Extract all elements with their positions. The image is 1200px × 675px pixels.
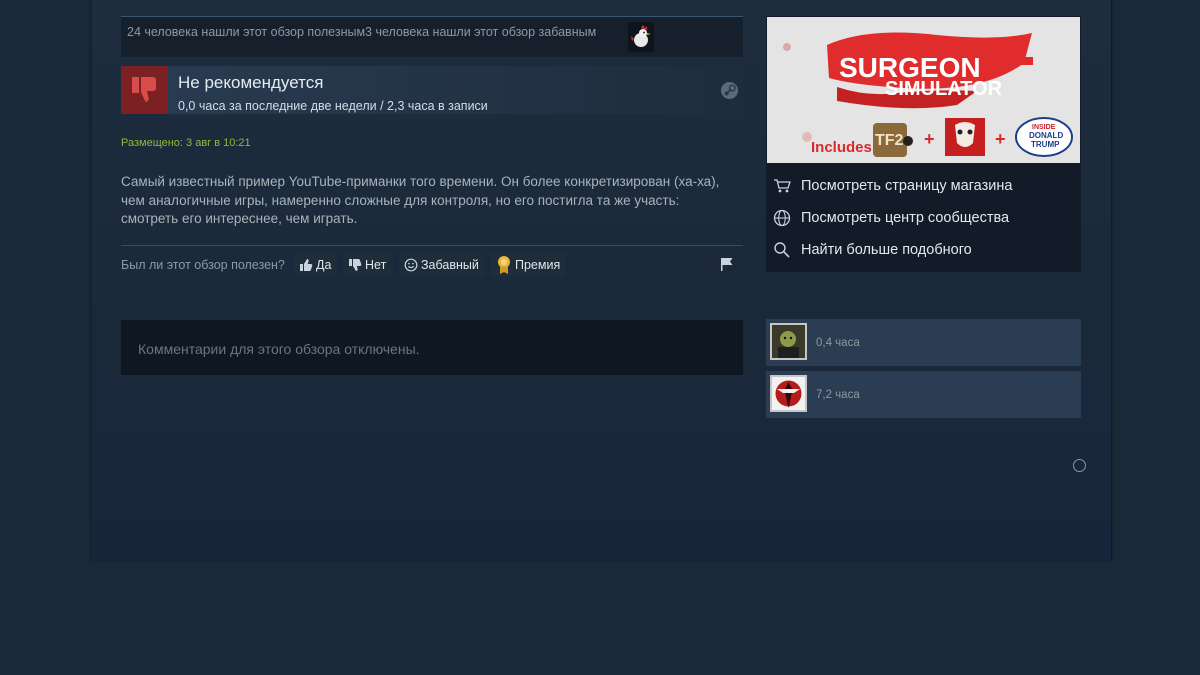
player-hours: 7,2 часа [816, 389, 860, 401]
thumbs-down-icon [121, 66, 168, 114]
divider [121, 245, 743, 246]
banner-tf2: TF2 [875, 132, 904, 149]
report-flag-button[interactable] [710, 253, 743, 275]
steam-icon [720, 81, 739, 105]
player-hours: 0,4 часа [816, 337, 860, 349]
rooster-award-icon[interactable] [628, 22, 654, 52]
community-hub-link[interactable]: Посмотреть центр сообщества [773, 207, 1009, 229]
flag-icon [720, 258, 732, 271]
comments-disabled-text: Комментарии для этого обзора отключены. [138, 341, 420, 357]
community-hub-label: Посмотреть центр сообщества [801, 210, 1010, 226]
verdict-title: Не рекомендуется [178, 73, 324, 92]
vote-row: Был ли этот обзор полезен? Да Нет Забавн… [121, 253, 743, 277]
game-card: SURGEON SIMULATOR Includes TF2 + + INSID… [766, 16, 1081, 272]
game-banner-image[interactable]: SURGEON SIMULATOR Includes TF2 + + INSID… [767, 17, 1080, 163]
avatar[interactable] [770, 375, 807, 412]
globe-icon [773, 209, 791, 227]
find-more-link[interactable]: Найти больше подобного [773, 239, 972, 261]
thumbs-down-small-icon [349, 259, 362, 271]
banner-trump-2: DONALD [1029, 131, 1063, 140]
review-body: Самый известный пример YouTube-приманки … [121, 174, 720, 226]
loading-circle-icon [1073, 459, 1086, 472]
banner-trump-3: TRUMP [1031, 140, 1060, 149]
vote-question: Был ли этот обзор полезен? [121, 258, 285, 272]
vote-funny-label: Забавный [421, 258, 479, 272]
helpful-summary: 24 человека нашли этот обзор полезным3 ч… [121, 16, 743, 57]
banner-trump-1: INSIDE [1032, 124, 1056, 131]
player-row[interactable]: 7,2 часа [766, 371, 1081, 418]
thumbs-up-icon [300, 259, 313, 271]
playtime-text: 0,0 часа за последние две недели / 2,3 ч… [178, 99, 488, 113]
vote-yes-button[interactable]: Да [294, 253, 337, 277]
smiley-icon [404, 258, 418, 272]
svg-text:+: + [995, 129, 1006, 149]
banner-title-2: SIMULATOR [885, 78, 1003, 100]
cart-icon [774, 179, 791, 193]
helpful-count-text: 24 человека нашли этот обзор полезным3 ч… [127, 25, 597, 39]
vote-funny-button[interactable]: Забавный [399, 253, 484, 277]
banner-includes: Includes [811, 139, 872, 156]
find-more-label: Найти больше подобного [801, 242, 972, 258]
award-medal-icon [498, 256, 510, 274]
vote-no-button[interactable]: Нет [343, 253, 392, 277]
award-label: Премия [515, 258, 561, 272]
store-page-label: Посмотреть страницу магазина [801, 178, 1013, 194]
search-icon [774, 242, 790, 258]
svg-text:+: + [924, 129, 935, 149]
posted-date: Размещено: 3 авг в 10:21 [121, 137, 251, 149]
comments-disabled-box: Комментарии для этого обзора отключены. [121, 320, 743, 375]
avatar[interactable] [770, 323, 807, 360]
player-row[interactable]: 0,4 часа [766, 319, 1081, 366]
vote-no-label: Нет [365, 258, 387, 272]
award-button[interactable]: Премия [491, 253, 566, 277]
recommendation-header: Не рекомендуется 0,0 часа за последние д… [121, 66, 743, 114]
vote-yes-label: Да [316, 258, 332, 272]
store-page-link[interactable]: Посмотреть страницу магазина [773, 175, 1012, 197]
